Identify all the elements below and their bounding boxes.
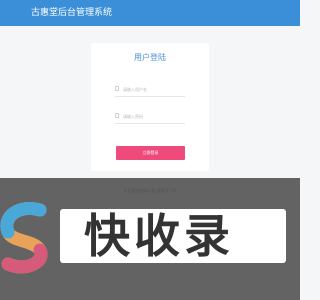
login-heading: 用户登陆	[134, 53, 166, 62]
s-logo-icon	[0, 202, 48, 274]
user-icon	[115, 86, 119, 91]
lock-icon	[115, 113, 119, 118]
watermark-overlay: 快收录	[0, 178, 300, 300]
app-title: 古惠堂后台管理系统	[31, 8, 113, 18]
username-input[interactable]	[123, 82, 183, 96]
login-button[interactable]: 立即登录	[116, 146, 185, 160]
login-card: 用户登陆 立即登录	[91, 43, 209, 171]
watermark-text: 快收录	[84, 209, 234, 263]
username-field[interactable]	[115, 82, 185, 97]
top-bar: 古惠堂后台管理系统	[0, 0, 300, 26]
password-field[interactable]	[115, 109, 185, 124]
watermark-text-box: 快收录	[60, 209, 286, 263]
password-input[interactable]	[123, 109, 183, 123]
